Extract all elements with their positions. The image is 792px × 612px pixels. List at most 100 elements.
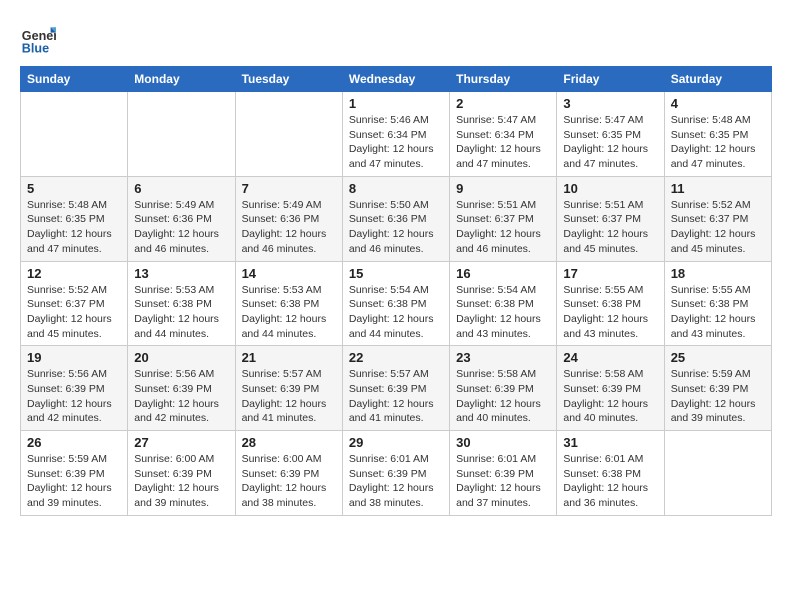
calendar-cell: 30 Sunrise: 6:01 AMSunset: 6:39 PMDayligh…: [450, 431, 557, 516]
calendar-week-row: 19 Sunrise: 5:56 AMSunset: 6:39 PMDayligh…: [21, 346, 772, 431]
day-number: 2: [456, 96, 550, 111]
calendar-cell: 14 Sunrise: 5:53 AMSunset: 6:38 PMDayligh…: [235, 261, 342, 346]
calendar-cell: 21 Sunrise: 5:57 AMSunset: 6:39 PMDayligh…: [235, 346, 342, 431]
calendar-cell: 2 Sunrise: 5:47 AMSunset: 6:34 PMDaylight…: [450, 92, 557, 177]
calendar-cell: 16 Sunrise: 5:54 AMSunset: 6:38 PMDayligh…: [450, 261, 557, 346]
weekday-header-row: SundayMondayTuesdayWednesdayThursdayFrid…: [21, 67, 772, 92]
day-number: 15: [349, 266, 443, 281]
day-info: Sunrise: 5:54 AMSunset: 6:38 PMDaylight:…: [349, 283, 443, 342]
calendar-table: SundayMondayTuesdayWednesdayThursdayFrid…: [20, 66, 772, 516]
calendar-cell: 1Sunrise: 5:46 AMSunset: 6:34 PMDaylight…: [342, 92, 449, 177]
calendar-cell: 6Sunrise: 5:49 AMSunset: 6:36 PMDaylight…: [128, 176, 235, 261]
day-number: 11: [671, 181, 765, 196]
calendar-cell: [664, 431, 771, 516]
calendar-cell: 20 Sunrise: 5:56 AMSunset: 6:39 PMDayligh…: [128, 346, 235, 431]
calendar-cell: 22Sunrise: 5:57 AMSunset: 6:39 PMDayligh…: [342, 346, 449, 431]
weekday-header-saturday: Saturday: [664, 67, 771, 92]
day-info: Sunrise: 5:49 AMSunset: 6:36 PMDaylight:…: [242, 198, 336, 257]
calendar-cell: 31Sunrise: 6:01 AMSunset: 6:38 PMDayligh…: [557, 431, 664, 516]
day-info: Sunrise: 5:46 AMSunset: 6:34 PMDaylight:…: [349, 113, 443, 172]
calendar-week-row: 5 Sunrise: 5:48 AMSunset: 6:35 PMDaylight…: [21, 176, 772, 261]
day-number: 10: [563, 181, 657, 196]
calendar-cell: 18 Sunrise: 5:55 AMSunset: 6:38 PMDayligh…: [664, 261, 771, 346]
svg-text:Blue: Blue: [22, 41, 49, 55]
day-number: 4: [671, 96, 765, 111]
calendar-cell: 25 Sunrise: 5:59 AMSunset: 6:39 PMDayligh…: [664, 346, 771, 431]
day-info: Sunrise: 5:55 AMSunset: 6:38 PMDaylight:…: [671, 283, 765, 342]
day-info: Sunrise: 5:54 AMSunset: 6:38 PMDaylight:…: [456, 283, 550, 342]
day-info: Sunrise: 5:52 AMSunset: 6:37 PMDaylight:…: [671, 198, 765, 257]
logo-icon: General Blue: [20, 20, 56, 56]
day-info: Sunrise: 5:48 AMSunset: 6:35 PMDaylight:…: [27, 198, 121, 257]
day-info: Sunrise: 5:58 AMSunset: 6:39 PMDaylight:…: [563, 367, 657, 426]
calendar-cell: 27 Sunrise: 6:00 AMSunset: 6:39 PMDayligh…: [128, 431, 235, 516]
day-number: 25: [671, 350, 765, 365]
day-number: 8: [349, 181, 443, 196]
calendar-cell: 17 Sunrise: 5:55 AMSunset: 6:38 PMDayligh…: [557, 261, 664, 346]
calendar-cell: 3 Sunrise: 5:47 AMSunset: 6:35 PMDaylight…: [557, 92, 664, 177]
page: General Blue SundayMondayTuesdayWednesda…: [0, 0, 792, 526]
day-number: 31: [563, 435, 657, 450]
weekday-header-friday: Friday: [557, 67, 664, 92]
day-number: 27: [134, 435, 228, 450]
day-number: 5: [27, 181, 121, 196]
day-info: Sunrise: 5:49 AMSunset: 6:36 PMDaylight:…: [134, 198, 228, 257]
calendar-cell: 9 Sunrise: 5:51 AMSunset: 6:37 PMDaylight…: [450, 176, 557, 261]
calendar-week-row: 26 Sunrise: 5:59 AMSunset: 6:39 PMDayligh…: [21, 431, 772, 516]
calendar-cell: [128, 92, 235, 177]
day-number: 13: [134, 266, 228, 281]
day-info: Sunrise: 5:56 AMSunset: 6:39 PMDaylight:…: [27, 367, 121, 426]
calendar-cell: 23 Sunrise: 5:58 AMSunset: 6:39 PMDayligh…: [450, 346, 557, 431]
calendar-cell: 13 Sunrise: 5:53 AMSunset: 6:38 PMDayligh…: [128, 261, 235, 346]
calendar-cell: 26 Sunrise: 5:59 AMSunset: 6:39 PMDayligh…: [21, 431, 128, 516]
day-info: Sunrise: 5:47 AMSunset: 6:35 PMDaylight:…: [563, 113, 657, 172]
day-info: Sunrise: 5:47 AMSunset: 6:34 PMDaylight:…: [456, 113, 550, 172]
calendar-cell: [235, 92, 342, 177]
day-number: 19: [27, 350, 121, 365]
day-number: 20: [134, 350, 228, 365]
day-number: 22: [349, 350, 443, 365]
calendar-cell: 11 Sunrise: 5:52 AMSunset: 6:37 PMDayligh…: [664, 176, 771, 261]
day-number: 23: [456, 350, 550, 365]
day-info: Sunrise: 5:56 AMSunset: 6:39 PMDaylight:…: [134, 367, 228, 426]
day-info: Sunrise: 5:55 AMSunset: 6:38 PMDaylight:…: [563, 283, 657, 342]
weekday-header-thursday: Thursday: [450, 67, 557, 92]
day-info: Sunrise: 5:51 AMSunset: 6:37 PMDaylight:…: [456, 198, 550, 257]
day-number: 14: [242, 266, 336, 281]
calendar-cell: 8 Sunrise: 5:50 AMSunset: 6:36 PMDaylight…: [342, 176, 449, 261]
calendar-cell: 28Sunrise: 6:00 AMSunset: 6:39 PMDayligh…: [235, 431, 342, 516]
day-info: Sunrise: 6:00 AMSunset: 6:39 PMDaylight:…: [134, 452, 228, 511]
calendar-cell: 7Sunrise: 5:49 AMSunset: 6:36 PMDaylight…: [235, 176, 342, 261]
day-number: 18: [671, 266, 765, 281]
day-number: 12: [27, 266, 121, 281]
header: General Blue: [20, 20, 772, 56]
day-info: Sunrise: 6:01 AMSunset: 6:39 PMDaylight:…: [456, 452, 550, 511]
calendar-week-row: 12 Sunrise: 5:52 AMSunset: 6:37 PMDayligh…: [21, 261, 772, 346]
day-number: 26: [27, 435, 121, 450]
day-info: Sunrise: 6:01 AMSunset: 6:39 PMDaylight:…: [349, 452, 443, 511]
day-info: Sunrise: 5:57 AMSunset: 6:39 PMDaylight:…: [242, 367, 336, 426]
day-number: 3: [563, 96, 657, 111]
day-info: Sunrise: 5:53 AMSunset: 6:38 PMDaylight:…: [242, 283, 336, 342]
day-number: 24: [563, 350, 657, 365]
day-info: Sunrise: 5:59 AMSunset: 6:39 PMDaylight:…: [27, 452, 121, 511]
day-number: 9: [456, 181, 550, 196]
weekday-header-sunday: Sunday: [21, 67, 128, 92]
day-number: 29: [349, 435, 443, 450]
day-info: Sunrise: 5:59 AMSunset: 6:39 PMDaylight:…: [671, 367, 765, 426]
calendar-cell: [21, 92, 128, 177]
day-info: Sunrise: 5:53 AMSunset: 6:38 PMDaylight:…: [134, 283, 228, 342]
day-number: 21: [242, 350, 336, 365]
weekday-header-tuesday: Tuesday: [235, 67, 342, 92]
day-number: 16: [456, 266, 550, 281]
day-info: Sunrise: 5:58 AMSunset: 6:39 PMDaylight:…: [456, 367, 550, 426]
day-info: Sunrise: 5:52 AMSunset: 6:37 PMDaylight:…: [27, 283, 121, 342]
day-info: Sunrise: 6:00 AMSunset: 6:39 PMDaylight:…: [242, 452, 336, 511]
day-info: Sunrise: 5:50 AMSunset: 6:36 PMDaylight:…: [349, 198, 443, 257]
day-info: Sunrise: 5:48 AMSunset: 6:35 PMDaylight:…: [671, 113, 765, 172]
calendar-cell: 29 Sunrise: 6:01 AMSunset: 6:39 PMDayligh…: [342, 431, 449, 516]
calendar-cell: 12 Sunrise: 5:52 AMSunset: 6:37 PMDayligh…: [21, 261, 128, 346]
day-number: 30: [456, 435, 550, 450]
day-number: 17: [563, 266, 657, 281]
weekday-header-wednesday: Wednesday: [342, 67, 449, 92]
